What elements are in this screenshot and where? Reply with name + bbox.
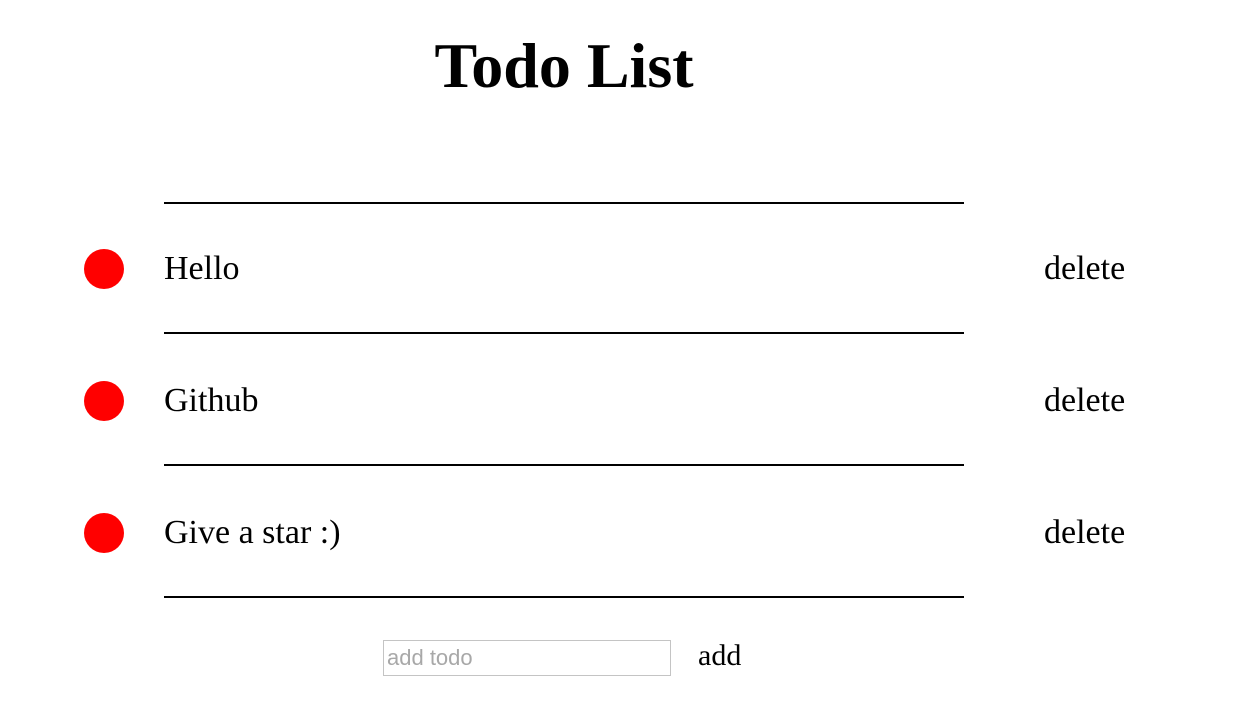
delete-button[interactable]: delete <box>1044 248 1125 290</box>
add-todo-input[interactable] <box>383 640 671 676</box>
todo-item: Give a star :) delete <box>0 466 1236 598</box>
todo-text: Give a star :) <box>164 514 341 551</box>
todo-divider <box>164 596 964 598</box>
todo-list: Hello delete Github delete Give a star :… <box>0 202 1236 598</box>
delete-button[interactable]: delete <box>1044 512 1125 554</box>
todo-item: Hello delete <box>0 202 1236 334</box>
status-dot-icon[interactable] <box>84 513 124 553</box>
todo-item: Github delete <box>0 334 1236 466</box>
status-dot-icon[interactable] <box>84 381 124 421</box>
page-title: Todo List <box>434 30 694 101</box>
todo-text: Hello <box>164 250 240 287</box>
add-todo-form: add <box>0 638 1236 676</box>
delete-button[interactable]: delete <box>1044 380 1125 422</box>
add-button[interactable]: add <box>698 638 741 674</box>
todo-text: Github <box>164 382 259 419</box>
status-dot-icon[interactable] <box>84 249 124 289</box>
